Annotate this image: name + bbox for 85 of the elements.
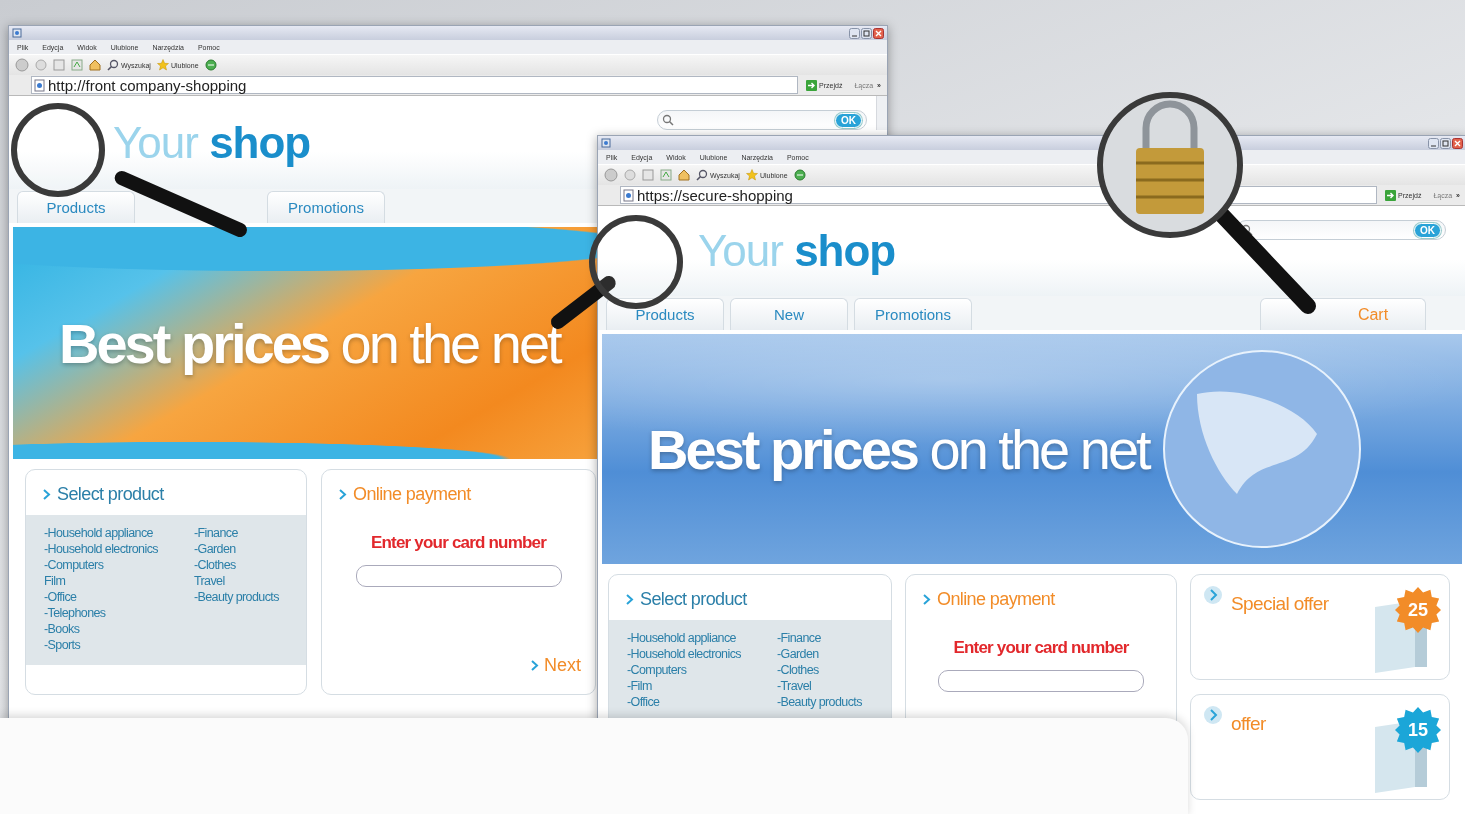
search-field[interactable]: OK bbox=[657, 110, 867, 130]
card-title: Online payment bbox=[353, 484, 471, 505]
category-link[interactable]: -Household appliance bbox=[627, 630, 741, 646]
star-icon bbox=[156, 59, 169, 71]
category-link[interactable]: Travel bbox=[193, 573, 279, 589]
chevron-icon bbox=[42, 488, 51, 501]
maximize-icon[interactable] bbox=[1440, 137, 1451, 149]
card-title: Select product bbox=[640, 589, 747, 610]
category-link[interactable]: -Film bbox=[627, 678, 741, 694]
minimize-icon[interactable] bbox=[1428, 137, 1439, 149]
maximize-icon[interactable] bbox=[861, 27, 872, 39]
category-link[interactable]: -Finance bbox=[193, 525, 279, 541]
home-icon[interactable] bbox=[678, 169, 690, 181]
scrollbar[interactable] bbox=[876, 96, 887, 130]
category-link[interactable]: -Sports bbox=[44, 637, 158, 653]
category-link[interactable]: -Household appliance bbox=[44, 525, 158, 541]
chevron-icon bbox=[1203, 705, 1223, 725]
card-number-field[interactable] bbox=[938, 670, 1144, 692]
nav-tab[interactable]: New bbox=[730, 298, 848, 330]
offer-title[interactable]: offer bbox=[1231, 713, 1266, 735]
category-link[interactable]: -Office bbox=[627, 694, 741, 710]
page-icon bbox=[34, 78, 45, 92]
nav-tab[interactable]: Products bbox=[606, 298, 724, 330]
category-link[interactable]: -Books bbox=[44, 621, 158, 637]
category-link[interactable]: -Clothes bbox=[193, 557, 279, 573]
forward-icon[interactable] bbox=[624, 169, 636, 181]
browser-icon bbox=[12, 28, 22, 38]
shop-logo: Your shop bbox=[113, 117, 311, 168]
close-icon[interactable] bbox=[873, 27, 884, 39]
nav-tab[interactable]: Promotions bbox=[267, 191, 385, 223]
chevron-icon bbox=[922, 593, 931, 606]
arrow-icon bbox=[1385, 189, 1397, 201]
stop-icon[interactable] bbox=[642, 169, 654, 181]
refresh-icon[interactable] bbox=[660, 169, 672, 181]
padlock-magnifier-icon bbox=[1097, 92, 1316, 314]
category-link[interactable]: Film bbox=[44, 573, 158, 589]
category-link[interactable]: -Household electronics bbox=[627, 646, 741, 662]
card-number-label: Enter your card number bbox=[369, 533, 548, 553]
history-icon[interactable] bbox=[204, 59, 217, 71]
category-link[interactable]: -Garden bbox=[193, 541, 279, 557]
history-icon[interactable] bbox=[793, 169, 806, 181]
category-link[interactable]: -Office bbox=[44, 589, 158, 605]
ok-button[interactable]: OK bbox=[1414, 222, 1441, 238]
category-link[interactable]: -Travel bbox=[776, 678, 862, 694]
discount-badge: 15 bbox=[1395, 707, 1441, 753]
stop-icon[interactable] bbox=[53, 59, 65, 71]
arrow-icon bbox=[806, 79, 818, 91]
nav-tab[interactable]: Products bbox=[17, 191, 135, 223]
category-link[interactable]: -Clothes bbox=[776, 662, 862, 678]
chevron-icon bbox=[1203, 585, 1223, 605]
browser-icon bbox=[601, 138, 611, 148]
close-icon[interactable] bbox=[1452, 137, 1463, 149]
forward-icon[interactable] bbox=[35, 59, 47, 71]
discount-badge: 25 bbox=[1395, 587, 1441, 633]
category-link[interactable]: -Beauty products bbox=[776, 694, 862, 710]
chevron-icon bbox=[338, 488, 347, 501]
back-icon[interactable] bbox=[15, 58, 29, 72]
banner-headline: Best prices on the net bbox=[648, 416, 1149, 482]
cart-tab[interactable]: Cart bbox=[1260, 298, 1426, 330]
star-icon bbox=[745, 169, 758, 181]
card-title: Select product bbox=[57, 484, 164, 505]
chevron-icon bbox=[625, 593, 634, 606]
category-link[interactable]: -Beauty products bbox=[193, 589, 279, 605]
back-icon[interactable] bbox=[604, 168, 618, 182]
address-field[interactable]: http://front company-shopping bbox=[31, 76, 799, 94]
home-icon[interactable] bbox=[89, 59, 101, 71]
category-link[interactable]: -Finance bbox=[776, 630, 862, 646]
page-icon bbox=[623, 188, 634, 202]
card-number-field[interactable] bbox=[355, 565, 562, 587]
next-link[interactable]: Next bbox=[530, 655, 581, 676]
shop-logo: Your shop bbox=[698, 226, 896, 276]
offer-title[interactable]: Special offer bbox=[1231, 593, 1329, 615]
category-link[interactable]: -Computers bbox=[44, 557, 158, 573]
card-number-label: Enter your card number bbox=[952, 638, 1130, 658]
card-title: Online payment bbox=[937, 589, 1055, 610]
nav-tab[interactable]: Promotions bbox=[854, 298, 972, 330]
category-link[interactable]: -Telephones bbox=[44, 605, 158, 621]
ok-button[interactable]: OK bbox=[835, 112, 862, 128]
refresh-icon[interactable] bbox=[71, 59, 83, 71]
category-link[interactable]: -Household electronics bbox=[44, 541, 158, 557]
category-link[interactable]: -Computers bbox=[627, 662, 741, 678]
category-link[interactable]: -Garden bbox=[776, 646, 862, 662]
chevron-icon bbox=[530, 659, 539, 672]
minimize-icon[interactable] bbox=[849, 27, 860, 39]
banner-headline: Best prices on the net bbox=[59, 310, 560, 376]
